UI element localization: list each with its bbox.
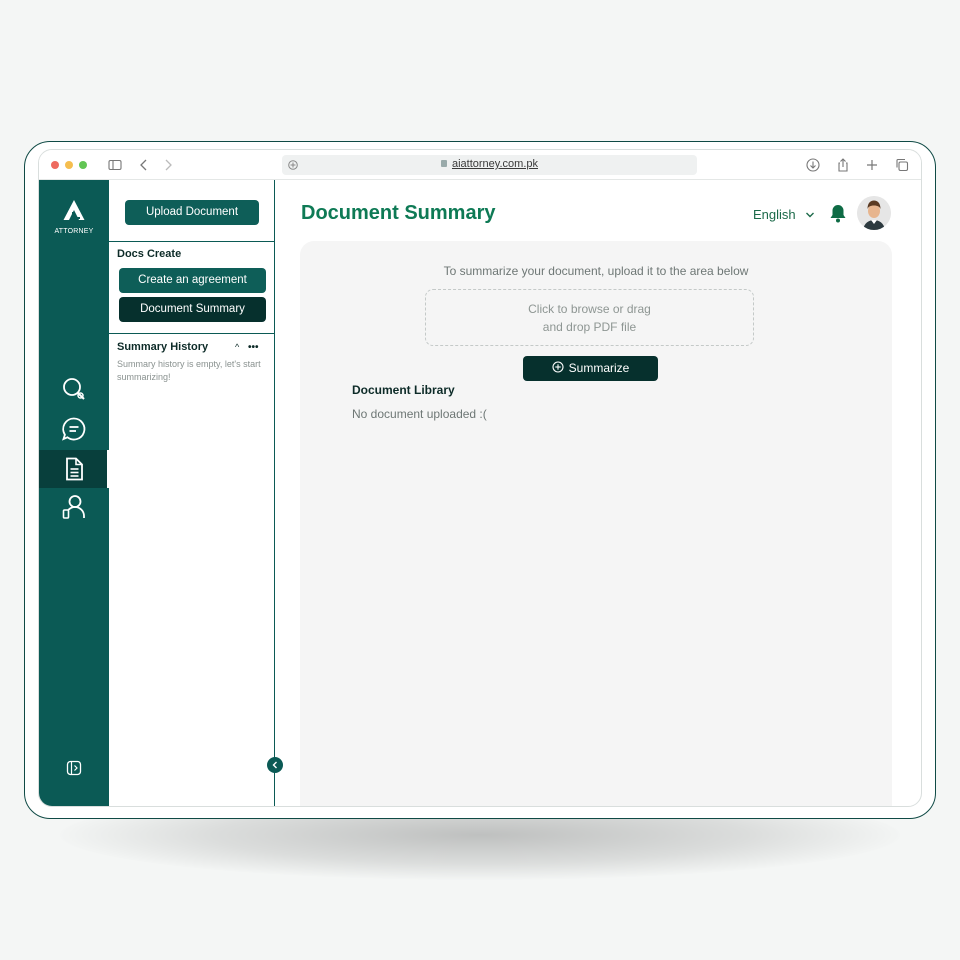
sidebar-toggle-icon[interactable] — [107, 157, 123, 173]
language-selector[interactable]: English — [753, 207, 815, 222]
panel-divider — [109, 241, 274, 242]
summarize-button[interactable]: Summarize — [523, 356, 658, 381]
logo-text: ATTORNEY — [54, 228, 94, 235]
chevron-left-icon — [272, 761, 277, 769]
new-tab-icon[interactable] — [864, 157, 880, 173]
more-options-icon[interactable]: ••• — [248, 342, 259, 353]
collapse-history-icon[interactable]: ^ — [235, 342, 239, 352]
history-controls: ^ ••• — [235, 342, 259, 353]
collapse-panel-button[interactable] — [267, 757, 283, 773]
dropzone-line-1: Click to browse or drag — [528, 302, 651, 316]
history-empty-text: Summary history is empty, let's start su… — [117, 359, 261, 382]
close-window-button[interactable] — [51, 161, 59, 169]
document-summary-button[interactable]: Document Summary — [119, 297, 266, 322]
upload-document-button[interactable]: Upload Document — [125, 200, 259, 225]
plus-circle-icon — [552, 361, 564, 373]
chevron-down-icon — [806, 212, 815, 218]
browser-window: aiattorney.com.pk ATTORNEY Upload Docume… — [38, 149, 922, 807]
avatar[interactable] — [857, 196, 891, 230]
back-icon[interactable] — [136, 157, 152, 173]
minimize-window-button[interactable] — [65, 161, 73, 169]
expand-panel-icon[interactable] — [66, 760, 82, 776]
icon-rail: ATTORNEY — [39, 180, 109, 806]
document-library-title: Document Library — [352, 383, 455, 397]
create-agreement-button[interactable]: Create an agreement — [119, 268, 266, 293]
upload-hint: To summarize your document, upload it to… — [443, 264, 749, 278]
search-icon[interactable] — [61, 376, 87, 402]
url-text: aiattorney.com.pk — [282, 158, 697, 170]
document-library-empty: No document uploaded :( — [352, 407, 487, 421]
side-panel: Upload Document Docs Create Create an ag… — [109, 180, 275, 806]
summary-card: To summarize your document, upload it to… — [300, 241, 892, 806]
maximize-window-button[interactable] — [79, 161, 87, 169]
download-icon[interactable] — [805, 157, 821, 173]
notification-bell-icon[interactable] — [829, 203, 847, 223]
user-icon[interactable] — [61, 494, 87, 520]
document-icon[interactable] — [61, 456, 87, 482]
panel-divider — [109, 333, 274, 334]
language-label: English — [753, 207, 796, 222]
logo: ATTORNEY — [51, 198, 97, 235]
url-label: aiattorney.com.pk — [451, 158, 538, 170]
forward-icon[interactable] — [160, 157, 176, 173]
tab-overview-icon[interactable] — [894, 157, 910, 173]
summary-history-title: Summary History — [117, 341, 209, 353]
summarize-label: Summarize — [568, 361, 630, 375]
chat-icon[interactable] — [61, 416, 87, 442]
docs-create-title: Docs Create — [117, 248, 182, 260]
logo-icon — [63, 200, 85, 220]
dropzone-line-2: and drop PDF file — [542, 320, 637, 334]
share-icon[interactable] — [835, 157, 851, 173]
avatar-image — [857, 196, 891, 230]
pdf-dropzone[interactable]: Click to browse or drag and drop PDF fil… — [425, 289, 754, 346]
address-bar[interactable]: aiattorney.com.pk — [282, 155, 697, 175]
page-title: Document Summary — [301, 202, 496, 224]
lock-icon — [440, 160, 447, 167]
browser-toolbar: aiattorney.com.pk — [39, 150, 921, 180]
